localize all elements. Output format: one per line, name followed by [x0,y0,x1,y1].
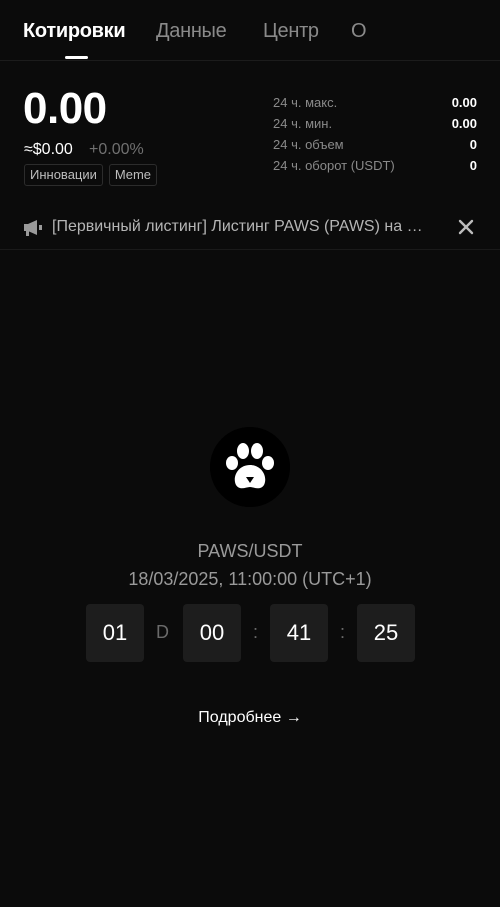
stat-value: 0.00 [451,95,477,110]
announcement-bar[interactable]: [Первичный листинг] Листинг PAWS (PAWS) … [0,206,500,250]
tag-list: Инновации Meme [24,164,158,186]
countdown-hours: 00 [183,604,241,662]
stat-row-turnover: 24 ч. оборот (USDT) 0 [273,155,477,176]
stats-panel: 24 ч. макс. 0.00 24 ч. мин. 0.00 24 ч. о… [273,92,477,176]
stat-row-low: 24 ч. мин. 0.00 [273,113,477,134]
active-tab-indicator [65,56,88,59]
countdown-separator: : [253,622,259,642]
last-price: 0.00 [23,84,107,133]
trading-pair: PAWS/USDT [197,541,303,561]
stat-value: 0.00 [451,116,477,131]
stat-label: 24 ч. мин. [273,116,333,131]
fiat-price: ≈$0.00 [24,141,73,158]
tab-about[interactable]: О [351,20,367,43]
countdown-day-unit: D [156,622,169,642]
megaphone-icon [24,220,42,236]
more-details-link[interactable]: Подробнее → [0,709,500,727]
listing-datetime: 18/03/2025, 11:00:00 (UTC+1) [128,569,372,589]
tag-innovation[interactable]: Инновации [24,164,103,186]
countdown-separator: : [340,622,346,642]
tab-center[interactable]: Центр [263,20,319,43]
stat-value: 0 [469,137,477,152]
stat-label: 24 ч. оборот (USDT) [273,158,395,173]
paw-logo-icon [210,427,290,507]
top-tabs: Котировки Данные Центр О [0,0,500,61]
countdown-days: 01 [86,604,144,662]
close-icon[interactable] [456,217,476,237]
countdown-seconds: 25 [357,604,415,662]
countdown-minutes: 41 [270,604,328,662]
stat-row-high: 24 ч. макс. 0.00 [273,92,477,113]
announcement-text[interactable]: [Первичный листинг] Листинг PAWS (PAWS) … [52,218,432,236]
stat-row-volume: 24 ч. объем 0 [273,134,477,155]
stat-label: 24 ч. объем [273,137,344,152]
stat-label: 24 ч. макс. [273,95,338,110]
tab-quotes[interactable]: Котировки [23,20,126,43]
tab-data[interactable]: Данные [156,20,227,43]
tag-meme[interactable]: Meme [108,164,158,186]
price-change: +0.00% [89,141,144,158]
stat-value: 0 [469,158,477,173]
